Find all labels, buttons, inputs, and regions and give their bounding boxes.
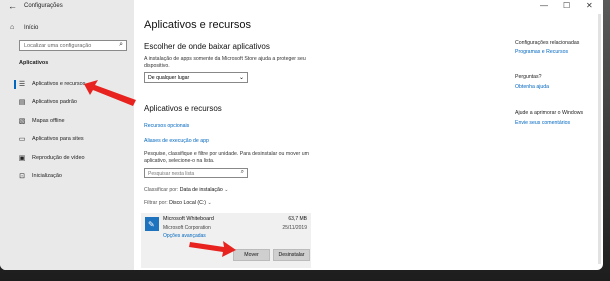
search-description: Pesquise, classifique e filtre por unida… [144, 151, 309, 164]
chevron-down-icon: ⌄ [224, 187, 229, 193]
questions-heading: Perguntas? [515, 74, 542, 80]
uninstall-button[interactable]: Desinstalar [273, 249, 310, 261]
offline-maps-icon: ▧ [18, 118, 26, 125]
chevron-down-icon: ⌄ [207, 200, 212, 206]
video-playback-icon: ▣ [18, 155, 26, 162]
annotation-arrow-move [189, 241, 236, 257]
related-heading: Configurações relacionadas [515, 40, 580, 46]
apps-for-websites-icon: ▭ [18, 136, 26, 143]
home-icon: ⌂ [10, 24, 15, 31]
apps-list-icon: ☰ [18, 81, 26, 88]
filter-control[interactable]: Filtrar por: Disco Local (C:) ⌄ [144, 200, 212, 206]
apps-heading: Aplicativos e recursos [144, 104, 222, 113]
app-name: Microsoft Whiteboard [163, 216, 214, 222]
chevron-down-icon: ⌄ [238, 75, 244, 81]
scrollbar[interactable] [598, 14, 601, 264]
programs-features-link[interactable]: Programas e Recursos [515, 49, 568, 55]
title-bar: ← Configurações — ☐ ✕ [0, 0, 603, 14]
install-source-dropdown[interactable]: De qualquer lugar ⌄ [144, 72, 248, 83]
back-arrow-icon[interactable]: ← [8, 1, 17, 11]
app-aliases-link[interactable]: Aliases de execução de app [144, 138, 209, 144]
whiteboard-app-icon: ✎ [145, 217, 159, 231]
selected-indicator [14, 80, 16, 89]
annotation-arrow-sidebar [84, 80, 136, 106]
search-icon: ⌕ [240, 169, 244, 175]
section-title: Aplicativos [19, 60, 49, 66]
startup-icon: ⊡ [19, 173, 25, 180]
app-publisher: Microsoft Corporation [163, 225, 211, 231]
window-title: Configurações [24, 3, 63, 9]
close-button[interactable]: ✕ [586, 1, 593, 10]
search-icon: ⌕ [119, 41, 123, 48]
move-button[interactable]: Mover [233, 249, 270, 261]
default-apps-icon: ▤ [18, 99, 26, 106]
maximize-button[interactable]: ☐ [563, 1, 570, 10]
filter-value: Disco Local (C:) [169, 200, 206, 206]
search-settings-input[interactable]: Localizar uma configuração ⌕ [19, 40, 127, 51]
app-size: 63,7 MB [288, 216, 307, 222]
install-description: A instalação de apps somente da Microsof… [144, 56, 306, 69]
install-heading: Escolher de onde baixar aplicativos [144, 42, 270, 51]
improve-heading: Ajude a aprimorar o Windows [515, 110, 584, 116]
sort-value: Data de instalação [179, 187, 223, 193]
page-title: Aplicativos e recursos [144, 19, 251, 31]
sidebar: ⌂ Início Localizar uma configuração ⌕ Ap… [0, 0, 134, 270]
settings-window: ⌂ Início Localizar uma configuração ⌕ Ap… [0, 0, 603, 270]
get-help-link[interactable]: Obtenha ajuda [515, 84, 549, 90]
feedback-link[interactable]: Envie seus comentários [515, 120, 570, 126]
list-search-input[interactable]: Pesquisar nesta lista ⌕ [144, 168, 248, 178]
minimize-button[interactable]: — [540, 1, 548, 10]
sort-control[interactable]: Classificar por: Data de instalação ⌄ [144, 187, 229, 193]
app-install-date: 25/11/2019 [282, 225, 307, 231]
optional-features-link[interactable]: Recursos opcionais [144, 123, 189, 129]
